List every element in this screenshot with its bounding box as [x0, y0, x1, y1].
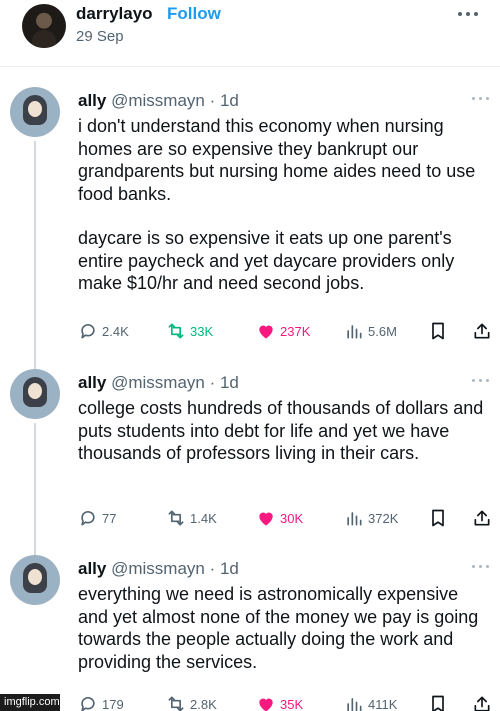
views-icon [347, 512, 362, 526]
tweet-paragraph: college costs hundreds of thousands of d… [78, 398, 484, 463]
tweet-text: everything we need is astronomically exp… [78, 583, 492, 673]
views-button[interactable]: 372K [344, 507, 398, 529]
bookmark-icon [432, 695, 444, 711]
share-icon [474, 323, 490, 339]
post-header: darrylayo Follow 29 Sep [0, 0, 500, 60]
reply-icon [81, 697, 95, 711]
share-button[interactable] [472, 320, 492, 342]
retweet-count: 2.8K [190, 696, 217, 711]
tweet-header: ally @missmayn · 1d [78, 373, 239, 393]
retweet-icon [168, 510, 184, 526]
views-count: 5.6M [368, 323, 397, 339]
thread-line [34, 423, 36, 555]
post-date: 29 Sep [76, 28, 124, 45]
views-count: 372K [368, 510, 399, 526]
like-count: 30K [280, 510, 304, 526]
tweet-paragraph: daycare is so expensive it eats up one p… [78, 228, 455, 293]
author-avatar[interactable] [22, 4, 66, 48]
retweet-button[interactable]: 1.4K [166, 507, 217, 529]
reply-icon [81, 324, 95, 339]
bookmark-icon [432, 322, 444, 340]
views-icon [347, 698, 362, 711]
views-button[interactable]: 5.6M [344, 320, 397, 342]
tweet-author-name[interactable]: ally [78, 373, 106, 392]
tweet-author-handle[interactable]: @missmayn [111, 559, 205, 578]
tweet-time: · 1d [209, 91, 239, 110]
tweet-author-name[interactable]: ally [78, 91, 106, 110]
bookmark-button[interactable] [428, 507, 448, 529]
tweet-actions: 179 2.8K 35K 411K [78, 693, 492, 711]
more-icon[interactable] [472, 379, 492, 385]
tweet-time: · 1d [209, 559, 239, 578]
bookmark-button[interactable] [428, 320, 448, 342]
tweet-paragraph: i don't understand this economy when nur… [78, 116, 476, 204]
avatar[interactable] [10, 369, 60, 419]
tweet-paragraph: everything we need is astronomically exp… [78, 584, 479, 672]
share-icon [474, 510, 490, 526]
bookmark-icon [432, 509, 444, 527]
watermark: imgflip.com [0, 694, 60, 711]
retweet-count: 1.4K [190, 510, 217, 526]
like-button[interactable]: 30K [256, 507, 303, 529]
share-icon [474, 696, 490, 711]
tweet-thread-screenshot: ally @missmayn · 1d i don't understand t… [0, 66, 500, 711]
tweet-header: ally @missmayn · 1d [78, 91, 239, 111]
tweet-author-handle[interactable]: @missmayn [111, 373, 205, 392]
heart-icon [259, 512, 273, 526]
thread-line [34, 141, 36, 373]
like-button[interactable]: 35K [256, 693, 303, 711]
reply-icon [81, 511, 95, 526]
share-button[interactable] [472, 693, 492, 711]
retweet-icon [168, 696, 184, 711]
tweet-header: ally @missmayn · 1d [78, 559, 239, 579]
reply-count: 179 [102, 696, 124, 711]
retweet-button[interactable]: 33K [166, 320, 213, 342]
retweet-button[interactable]: 2.8K [166, 693, 217, 711]
like-count: 35K [280, 696, 304, 711]
reply-button[interactable]: 2.4K [78, 320, 129, 342]
author-name[interactable]: darrylayo [76, 4, 153, 24]
views-button[interactable]: 411K [344, 693, 397, 711]
like-count: 237K [280, 323, 311, 339]
more-icon[interactable] [472, 565, 492, 571]
reply-count: 2.4K [102, 323, 129, 339]
retweet-icon [168, 323, 184, 339]
avatar[interactable] [10, 555, 60, 605]
more-icon[interactable] [472, 97, 492, 103]
tweet-time: · 1d [209, 373, 239, 392]
retweet-count: 33K [190, 323, 214, 339]
views-icon [347, 325, 362, 339]
tweet-author-handle[interactable]: @missmayn [111, 91, 205, 110]
like-button[interactable]: 237K [256, 320, 310, 342]
tweet-text: college costs hundreds of thousands of d… [78, 397, 492, 465]
share-button[interactable] [472, 507, 492, 529]
more-options-icon[interactable] [458, 10, 482, 18]
heart-icon [259, 325, 273, 339]
bookmark-button[interactable] [428, 693, 448, 711]
reply-button[interactable]: 77 [78, 507, 116, 529]
tweet-actions: 2.4K 33K 237K 5.6M [78, 320, 492, 342]
heart-icon [259, 698, 273, 711]
tweet-actions: 77 1.4K 30K 372K [78, 507, 492, 529]
follow-button[interactable]: Follow [167, 4, 221, 24]
tweet-author-name[interactable]: ally [78, 559, 106, 578]
avatar[interactable] [10, 87, 60, 137]
reply-button[interactable]: 179 [78, 693, 124, 711]
reply-count: 77 [102, 510, 117, 526]
views-count: 411K [368, 696, 398, 711]
tweet-text: i don't understand this economy when nur… [78, 115, 492, 295]
